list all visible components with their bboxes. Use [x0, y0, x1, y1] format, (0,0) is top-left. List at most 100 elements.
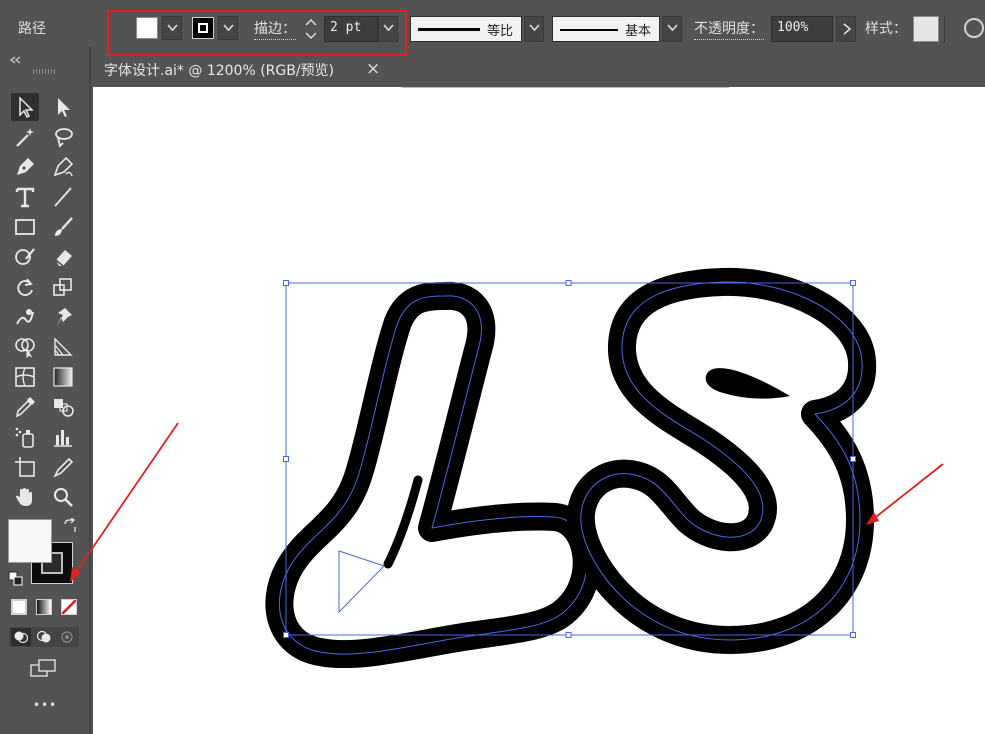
- warp-icon: [16, 309, 34, 325]
- none-slash-icon: [62, 600, 76, 614]
- shape-builder-icon: [15, 338, 35, 358]
- perspective-grid-tool[interactable]: [49, 333, 77, 361]
- symbol-sprayer-tool[interactable]: [11, 423, 39, 451]
- warp-tool[interactable]: [11, 303, 39, 331]
- document-tab-title: 字体设计.ai* @ 1200% (RGB/预览): [104, 63, 335, 79]
- handle-top-left: [283, 280, 289, 286]
- type-icon: [15, 187, 35, 208]
- gradient-tool[interactable]: [49, 363, 77, 391]
- scale-icon: [53, 278, 72, 296]
- magic-wand-icon: [16, 128, 34, 147]
- annotation-arrow-right: [866, 463, 944, 525]
- magic-wand-tool[interactable]: [11, 123, 39, 151]
- pen-icon: [17, 158, 34, 175]
- curvature-tool[interactable]: [49, 153, 77, 181]
- symbol-sprayer-icon: [15, 427, 34, 448]
- variable-width-dropdown[interactable]: [524, 16, 544, 42]
- shaper-tool[interactable]: [11, 243, 39, 271]
- rectangle-tool[interactable]: [11, 213, 39, 241]
- letter-l-inner-seam: [383, 475, 423, 569]
- chevron-down-icon: [529, 24, 540, 32]
- artboard-canvas[interactable]: [93, 87, 985, 734]
- none-mode-button[interactable]: [61, 599, 77, 615]
- hand-tool[interactable]: [11, 483, 39, 511]
- letter-l-artwork: [265, 281, 601, 669]
- graphic-style-swatch[interactable]: [913, 16, 939, 42]
- gradient-icon: [53, 367, 73, 387]
- type-tool[interactable]: [11, 183, 39, 211]
- screen-mode-icon: [30, 659, 56, 677]
- puppet-warp-tool[interactable]: [49, 303, 77, 331]
- blend-tool[interactable]: [49, 393, 77, 421]
- letter-s-inner-notch: [705, 368, 790, 399]
- eraser-icon: [55, 250, 72, 267]
- pen-tool[interactable]: [11, 153, 39, 181]
- mesh-icon: [15, 367, 35, 387]
- handle-bottom-center: [565, 632, 572, 638]
- curvature-pen-icon: [53, 156, 74, 177]
- panel-grip[interactable]: [33, 69, 57, 74]
- line-segment-tool[interactable]: [49, 183, 77, 211]
- screen-mode-button[interactable]: [29, 657, 59, 679]
- handle-top-right: [850, 280, 856, 286]
- artboard-icon: [15, 457, 35, 477]
- direct-selection-icon: [58, 98, 70, 117]
- divider: [944, 16, 945, 42]
- annotation-highlight-box: [107, 10, 407, 56]
- letter-s-artwork: [566, 267, 877, 654]
- gradient-mode-button[interactable]: [36, 599, 52, 615]
- style-label: 样式：: [865, 21, 907, 37]
- direct-selection-tool[interactable]: [49, 93, 77, 121]
- brush-definition-label: 基本: [625, 24, 652, 39]
- draw-normal-button[interactable]: [11, 628, 31, 646]
- letter-l-stroke: [265, 281, 601, 669]
- opacity-input[interactable]: 100%: [771, 16, 833, 42]
- lasso-icon: [55, 128, 73, 148]
- draw-behind-button[interactable]: [34, 628, 54, 646]
- shape-builder-tool[interactable]: [11, 333, 39, 361]
- edit-toolbar-button[interactable]: •••: [33, 698, 57, 712]
- draw-behind-icon: [36, 630, 51, 643]
- control-bar: 路径 描边： 2 pt 等比 基本 不透明度： 100% 样式：: [0, 0, 985, 58]
- rotate-tool[interactable]: [11, 273, 39, 301]
- artwork-svg[interactable]: [93, 87, 985, 734]
- default-fill-stroke-icon[interactable]: [8, 571, 24, 587]
- mesh-tool[interactable]: [11, 363, 39, 391]
- draw-modes: [9, 627, 79, 647]
- eraser-tool[interactable]: [49, 243, 77, 271]
- chevron-right-icon: [843, 23, 852, 35]
- handle-middle-left: [283, 456, 289, 462]
- draw-inside-button[interactable]: [57, 628, 77, 646]
- handle-top-center: [565, 280, 572, 286]
- fill-color-box[interactable]: [8, 519, 52, 563]
- lasso-tool[interactable]: [49, 123, 77, 151]
- draw-inside-icon: [61, 631, 73, 643]
- annotation-arrow-left: [70, 422, 179, 582]
- variable-width-profile[interactable]: 等比: [410, 16, 522, 42]
- eyedropper-tool[interactable]: [11, 393, 39, 421]
- hand-icon: [16, 488, 32, 506]
- handle-middle-right: [850, 456, 856, 462]
- handle-bottom-left: [283, 632, 289, 638]
- selection-arrow-icon: [19, 96, 34, 118]
- recolor-artwork-icon[interactable]: [964, 18, 984, 38]
- line-segment-icon: [54, 187, 72, 207]
- brush-definition[interactable]: 基本: [552, 16, 660, 42]
- perspective-grid-icon: [54, 337, 73, 356]
- color-mode-button[interactable]: [11, 599, 27, 615]
- close-tab-button[interactable]: ×: [366, 59, 380, 79]
- selection-tool[interactable]: [11, 93, 39, 121]
- brush-definition-dropdown[interactable]: [662, 16, 682, 42]
- opacity-panel-link[interactable]: 不透明度：: [694, 19, 764, 40]
- artboard-tool[interactable]: [11, 453, 39, 481]
- scale-tool[interactable]: [49, 273, 77, 301]
- blend-icon: [54, 399, 74, 417]
- pushpin-icon: [57, 308, 72, 326]
- paintbrush-icon: [55, 217, 73, 236]
- shaper-icon: [15, 248, 35, 265]
- opacity-flyout-button[interactable]: [836, 16, 856, 42]
- paintbrush-tool[interactable]: [49, 213, 77, 241]
- draw-normal-icon: [14, 631, 29, 644]
- rectangle-icon: [15, 219, 35, 235]
- collapse-panel-icon[interactable]: [8, 53, 28, 64]
